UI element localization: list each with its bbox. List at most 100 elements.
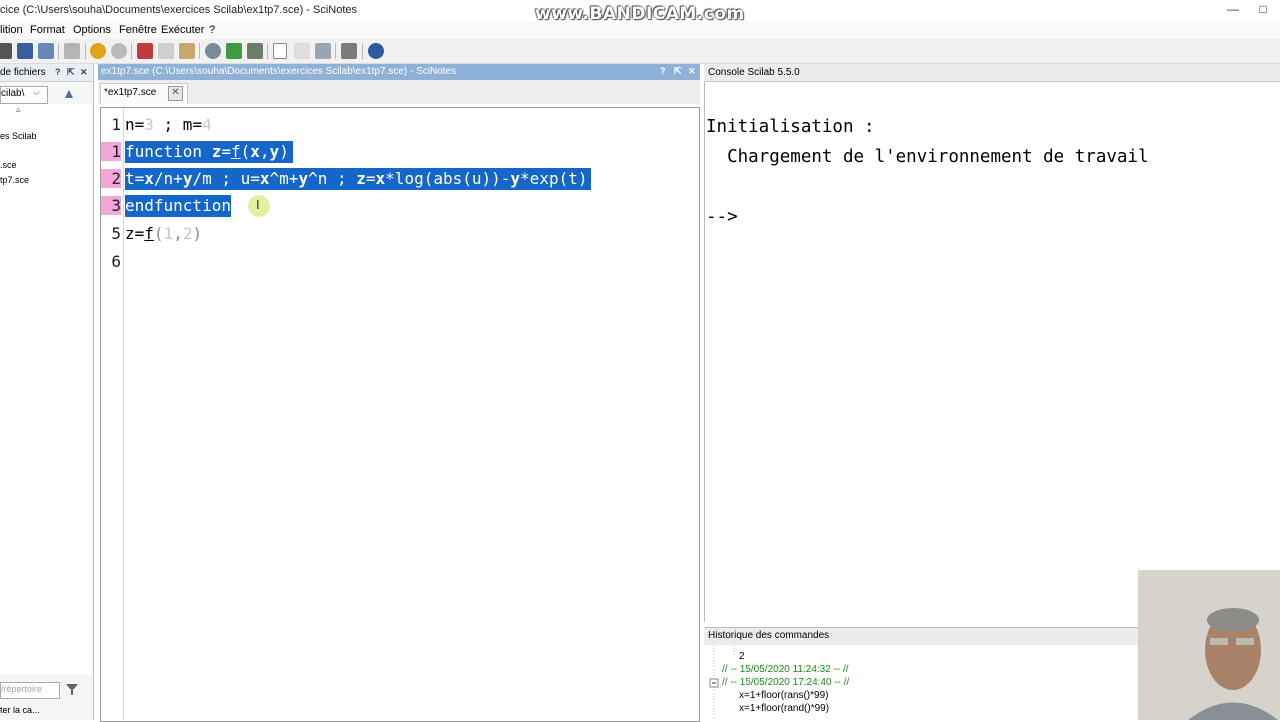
cut-icon[interactable] [137, 43, 153, 59]
tree-item-file[interactable]: .sce [0, 160, 17, 170]
code-token: ; m= [153, 115, 203, 134]
directory-combo-value: cilab\ [1, 88, 25, 99]
copy-icon[interactable] [158, 43, 174, 59]
code-token: z= [125, 224, 145, 243]
paste-icon[interactable] [179, 43, 195, 59]
load-icon[interactable] [226, 43, 242, 59]
text-cursor-icon: I [256, 197, 260, 212]
code-number: 4 [202, 115, 212, 134]
menu-fenetre[interactable]: Fenêtre [119, 24, 157, 36]
code-variable: z [211, 142, 222, 161]
toolbar-separator [199, 43, 200, 59]
tree-scroll-up-icon[interactable]: ▵ [16, 104, 21, 115]
find-icon[interactable] [205, 43, 221, 59]
code-keyword: endfunction [125, 196, 231, 215]
line-number: 2 [101, 169, 121, 188]
code-variable: x [375, 169, 386, 188]
execute-file-icon[interactable] [294, 43, 310, 59]
menu-help[interactable]: ? [209, 24, 215, 36]
toolbar-separator [58, 43, 59, 59]
toolbar-separator [131, 43, 132, 59]
undo-icon[interactable] [90, 43, 106, 59]
code-variable: y [298, 169, 309, 188]
console-title: Console Scilab 5.5.0 [708, 67, 800, 78]
code-token: ) [192, 224, 203, 243]
code-token: ^n ; [308, 169, 357, 188]
menu-format[interactable]: Format [30, 24, 65, 36]
code-function-name: f [144, 224, 154, 243]
save-as-icon[interactable] [38, 43, 54, 59]
history-item[interactable]: 2 [739, 651, 745, 662]
history-session-date[interactable]: // -- 15/05/2020 17:24:40 -- // [722, 677, 849, 688]
console-prompt[interactable]: --> [706, 207, 738, 227]
file-browser-close-button[interactable]: ✕ [80, 67, 88, 78]
console-line: Chargement de l'environnement de travail [706, 147, 1149, 167]
toolbar-separator [85, 43, 86, 59]
parent-directory-button[interactable] [58, 86, 80, 102]
code-number: 3 [144, 115, 154, 134]
history-session-date[interactable]: // -- 15/05/2020 11:24:32 -- // [722, 664, 849, 675]
code-variable: x [144, 169, 154, 188]
code-variable: y [182, 169, 193, 188]
save-icon[interactable] [17, 43, 33, 59]
tools-icon[interactable] [341, 43, 357, 59]
code-line-2-selected[interactable]: function z=f(x,y) [125, 141, 293, 163]
code-variable: x [250, 142, 260, 161]
menu-options[interactable]: Options [73, 24, 111, 36]
toolbar-separator [335, 43, 336, 59]
code-token: ) [279, 142, 289, 161]
tree-item-file[interactable]: tp7.sce [0, 175, 29, 185]
code-variable: y [269, 142, 280, 161]
editor-close-button[interactable]: ✕ [688, 66, 696, 77]
run-icon[interactable] [247, 43, 263, 59]
code-token: t= [125, 169, 145, 188]
editor-tab-label: *ex1tp7.sce [104, 87, 157, 98]
code-line-3-selected[interactable]: t=x/n+y/m ; u=x^m+y^n ; z=x*log(abs(u))-… [125, 168, 592, 190]
history-item[interactable]: x=1+floor(rand()*99) [739, 703, 829, 714]
new-file-icon[interactable] [0, 43, 12, 59]
chevron-down-icon[interactable]: ⌵ [33, 87, 40, 98]
line-number: 1 [111, 115, 121, 134]
filter-icon[interactable] [64, 682, 80, 697]
code-variable: z [356, 169, 366, 188]
execute-selection-icon[interactable] [315, 43, 331, 59]
file-tree [0, 104, 92, 674]
code-token: n= [125, 115, 145, 134]
code-token: = [365, 169, 376, 188]
code-line-5[interactable]: z=f(1,2) [125, 223, 202, 245]
menu-edition[interactable]: lition [0, 24, 23, 36]
presenter-face-image [1138, 570, 1280, 720]
code-line-4-selected[interactable]: endfunction [125, 195, 231, 217]
print-icon[interactable] [64, 43, 80, 59]
maximize-button[interactable]: □ [1248, 2, 1278, 20]
execute-icon[interactable] [273, 43, 287, 59]
editor-tab-close-icon[interactable]: ✕ [168, 86, 183, 101]
code-line-1[interactable]: n=3 ; m=4 [125, 114, 212, 136]
console-line: Initialisation : [706, 117, 875, 137]
parent-directory-icon [65, 90, 73, 98]
code-token: ( [240, 142, 251, 161]
file-filter-placeholder: /répertoire [1, 684, 43, 694]
help-icon[interactable] [368, 43, 384, 59]
editor-undock-button[interactable]: ⇱ [674, 66, 682, 77]
code-variable: x [259, 169, 270, 188]
line-number: 6 [111, 252, 121, 271]
code-token: ^m+ [269, 169, 299, 188]
menu-executer[interactable]: Exécuter [161, 24, 204, 36]
editor-help-button[interactable]: ? [660, 66, 666, 76]
file-browser-undock-button[interactable]: ⇱ [67, 67, 75, 78]
file-browser-title: de fichiers [0, 67, 46, 78]
line-number: 5 [111, 224, 121, 243]
code-number: 1 [163, 224, 174, 243]
minimize-button[interactable]: — [1218, 2, 1248, 20]
webcam-overlay [1138, 570, 1280, 720]
redo-icon[interactable] [111, 43, 127, 59]
history-title: Historique des commandes [708, 630, 830, 641]
history-item[interactable]: x=1+floor(rans()*99) [739, 690, 828, 701]
window-title: cice (C:\Users\souha\Documents\exercices… [0, 4, 358, 16]
tree-item-folder[interactable]: es Scilab [0, 131, 37, 141]
code-token: /m ; u= [192, 169, 260, 188]
code-token: ( [153, 224, 164, 243]
file-browser-help-button[interactable]: ? [55, 67, 61, 77]
line-number: 1 [101, 142, 121, 161]
